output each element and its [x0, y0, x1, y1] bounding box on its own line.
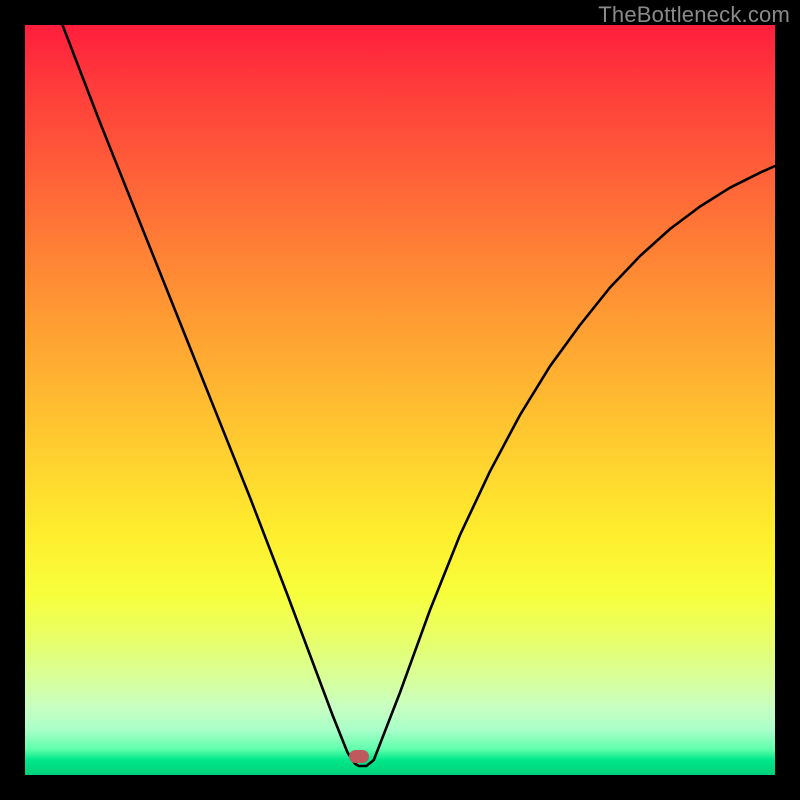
plot-area: [25, 25, 775, 775]
bottleneck-curve: [25, 25, 775, 775]
watermark-text: TheBottleneck.com: [598, 2, 790, 28]
optimum-marker: [349, 750, 369, 763]
chart-frame: TheBottleneck.com: [0, 0, 800, 800]
